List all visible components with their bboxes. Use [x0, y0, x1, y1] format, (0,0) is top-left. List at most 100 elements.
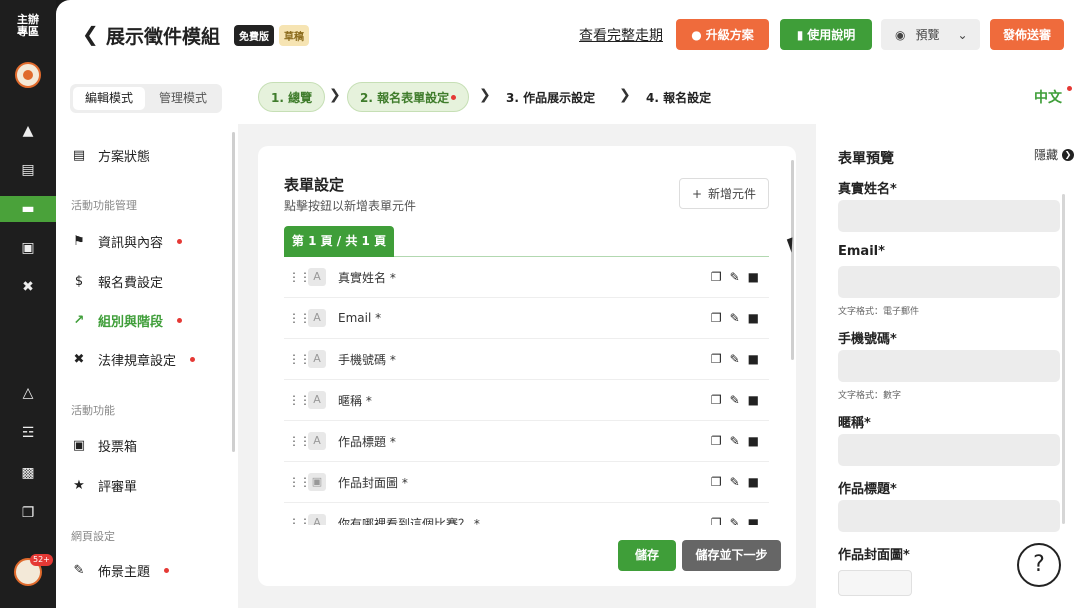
- step-registration[interactable]: 4. 報名設定: [646, 82, 711, 112]
- gavel-icon[interactable]: ✖: [0, 274, 56, 300]
- field-type-icon: ▣: [308, 473, 326, 491]
- duplicate-icon[interactable]: ❐: [711, 393, 722, 407]
- save-next-button[interactable]: 儲存並下一步: [682, 540, 781, 571]
- duplicate-icon[interactable]: ❐: [711, 434, 722, 448]
- manage-mode-tab[interactable]: 管理模式: [147, 87, 219, 110]
- field-label: 暱稱 *: [338, 393, 372, 408]
- brand-label[interactable]: 主辦 專區: [8, 14, 48, 38]
- edit-icon[interactable]: ✎: [730, 393, 740, 407]
- trash-icon[interactable]: ■: [748, 516, 759, 525]
- drag-handle-icon[interactable]: ⋮⋮: [288, 475, 311, 489]
- trash-icon[interactable]: ■: [748, 475, 759, 489]
- duplicate-icon[interactable]: ❐: [711, 270, 722, 284]
- preview-input[interactable]: [838, 200, 1060, 232]
- chevron-down-icon: ⌄: [957, 27, 968, 42]
- step-overview[interactable]: 1. 總覽: [258, 82, 326, 112]
- sidebar-item-groups[interactable]: ↗ 組別與階段: [72, 311, 183, 330]
- sidebar-item-fee[interactable]: $ 報名費設定: [72, 272, 163, 291]
- field-type-icon: A: [308, 514, 326, 525]
- inbox-icon[interactable]: ▣: [0, 235, 56, 261]
- drag-handle-icon[interactable]: ⋮⋮: [288, 270, 311, 284]
- edit-icon[interactable]: ✎: [730, 516, 740, 525]
- sidebar-item-legal[interactable]: ✖ 法律規章設定: [72, 350, 196, 369]
- section-heading: 活動功能管理: [71, 199, 137, 212]
- sidebar-item-status[interactable]: ▤ 方案狀態: [72, 146, 150, 165]
- form-field-row[interactable]: ⋮⋮ ▣ 作品封面圖 * ❐ ✎ ■: [284, 462, 769, 503]
- save-icon[interactable]: ▩: [0, 460, 56, 486]
- field-label: 作品標題 *: [338, 434, 396, 449]
- sidebar-item-theme[interactable]: ✎ 佈景主題: [72, 561, 170, 580]
- upload-placeholder[interactable]: [838, 570, 912, 596]
- hide-preview-button[interactable]: 隱藏 ❯: [1034, 146, 1075, 163]
- form-preview-panel: 表單預覽 隱藏 ❯ 真實姓名* Email* 文字格式：電子郵件 手機號碼* 文字…: [816, 124, 1080, 608]
- edit-icon[interactable]: ✎: [730, 311, 740, 325]
- edit-mode-tab[interactable]: 編輯模式: [73, 87, 145, 110]
- back-arrow-icon[interactable]: ❮: [82, 22, 99, 46]
- drag-handle-icon[interactable]: ⋮⋮: [288, 516, 311, 525]
- org-logo[interactable]: [15, 62, 41, 88]
- edit-icon[interactable]: ✎: [730, 352, 740, 366]
- trash-icon[interactable]: ■: [748, 270, 759, 284]
- save-button[interactable]: 儲存: [618, 540, 676, 571]
- help-button[interactable]: ?: [1017, 543, 1061, 587]
- field-label: 真實姓名 *: [338, 270, 396, 285]
- trash-icon[interactable]: ■: [748, 311, 759, 325]
- step-gallery[interactable]: 3. 作品展示設定: [506, 82, 595, 112]
- preview-scrollbar[interactable]: [1062, 194, 1065, 524]
- sidebar-item-vote[interactable]: ▣ 投票箱: [72, 436, 137, 455]
- form-field-row[interactable]: ⋮⋮ A 手機號碼 * ❐ ✎ ■: [284, 339, 769, 380]
- form-field-row[interactable]: ⋮⋮ A 暱稱 * ❐ ✎ ■: [284, 380, 769, 421]
- flame-icon: ●: [691, 27, 702, 42]
- book-icon: ▮: [796, 27, 804, 42]
- field-label: 作品封面圖 *: [338, 475, 408, 490]
- form-field-row[interactable]: ⋮⋮ A 作品標題 * ❐ ✎ ■: [284, 421, 769, 462]
- trash-icon[interactable]: ■: [748, 434, 759, 448]
- preview-input[interactable]: [838, 500, 1060, 532]
- language-selector[interactable]: 中文: [1034, 87, 1062, 107]
- duplicate-icon[interactable]: ❐: [711, 352, 722, 366]
- edit-icon[interactable]: ✎: [730, 475, 740, 489]
- preview-dropdown[interactable]: ◉ 預覽 ⌄: [881, 19, 980, 50]
- drag-handle-icon[interactable]: ⋮⋮: [288, 311, 311, 325]
- form-field-row[interactable]: ⋮⋮ A 你有哪裡看到這個比賽？ * ❐ ✎ ■: [284, 503, 769, 525]
- publish-button[interactable]: 發佈送審: [990, 19, 1064, 50]
- page-tab[interactable]: 第 1 頁 / 共 1 頁: [284, 226, 394, 257]
- sitemap-icon[interactable]: ☲: [0, 420, 56, 446]
- guide-button[interactable]: ▮ 使用說明: [780, 19, 872, 50]
- field-type-icon: A: [308, 391, 326, 409]
- alert-dot: [190, 357, 196, 362]
- field-label: 你有哪裡看到這個比賽？ *: [338, 516, 480, 526]
- section-heading: 網頁設定: [71, 530, 115, 543]
- drag-handle-icon[interactable]: ⋮⋮: [288, 393, 311, 407]
- drag-handle-icon[interactable]: ⋮⋮: [288, 434, 311, 448]
- sidebar-item-info[interactable]: ⚑ 資訊與內容: [72, 232, 183, 251]
- pin-icon[interactable]: ▲: [0, 118, 56, 144]
- form-field-row[interactable]: ⋮⋮ A Email * ❐ ✎ ■: [284, 298, 769, 339]
- edit-icon[interactable]: ✎: [730, 434, 740, 448]
- step-form[interactable]: 2. 報名表單設定: [347, 82, 470, 112]
- edit-icon[interactable]: ✎: [730, 270, 740, 284]
- duplicate-icon[interactable]: ❐: [711, 475, 722, 489]
- copy-icon[interactable]: ❐: [0, 500, 56, 526]
- preview-hint: 文字格式：電子郵件: [838, 307, 920, 317]
- drag-handle-icon[interactable]: ⋮⋮: [288, 352, 311, 366]
- duplicate-icon[interactable]: ❐: [711, 516, 722, 525]
- card-title: 表單設定: [284, 176, 345, 194]
- duplicate-icon[interactable]: ❐: [711, 311, 722, 325]
- preview-input[interactable]: [838, 350, 1060, 382]
- flask-icon[interactable]: △: [0, 380, 56, 406]
- trash-icon[interactable]: ■: [748, 352, 759, 366]
- preview-input[interactable]: [838, 434, 1060, 466]
- database-icon[interactable]: ▬: [0, 196, 56, 222]
- card-scrollbar[interactable]: [791, 160, 794, 360]
- form-field-row[interactable]: ⋮⋮ A 真實姓名 * ❐ ✎ ■: [284, 257, 769, 298]
- preview-input[interactable]: [838, 266, 1060, 298]
- preview-label: 作品標題*: [838, 482, 897, 497]
- sidebar-item-review[interactable]: ★ 評審單: [72, 476, 137, 495]
- add-component-button[interactable]: + 新增元件: [679, 178, 769, 209]
- full-schedule-link[interactable]: 查看完整走期: [579, 25, 663, 45]
- document-icon[interactable]: ▤: [0, 157, 56, 183]
- upgrade-button[interactable]: ● 升級方案: [676, 19, 769, 50]
- sidebar-scrollbar[interactable]: [232, 132, 235, 452]
- trash-icon[interactable]: ■: [748, 393, 759, 407]
